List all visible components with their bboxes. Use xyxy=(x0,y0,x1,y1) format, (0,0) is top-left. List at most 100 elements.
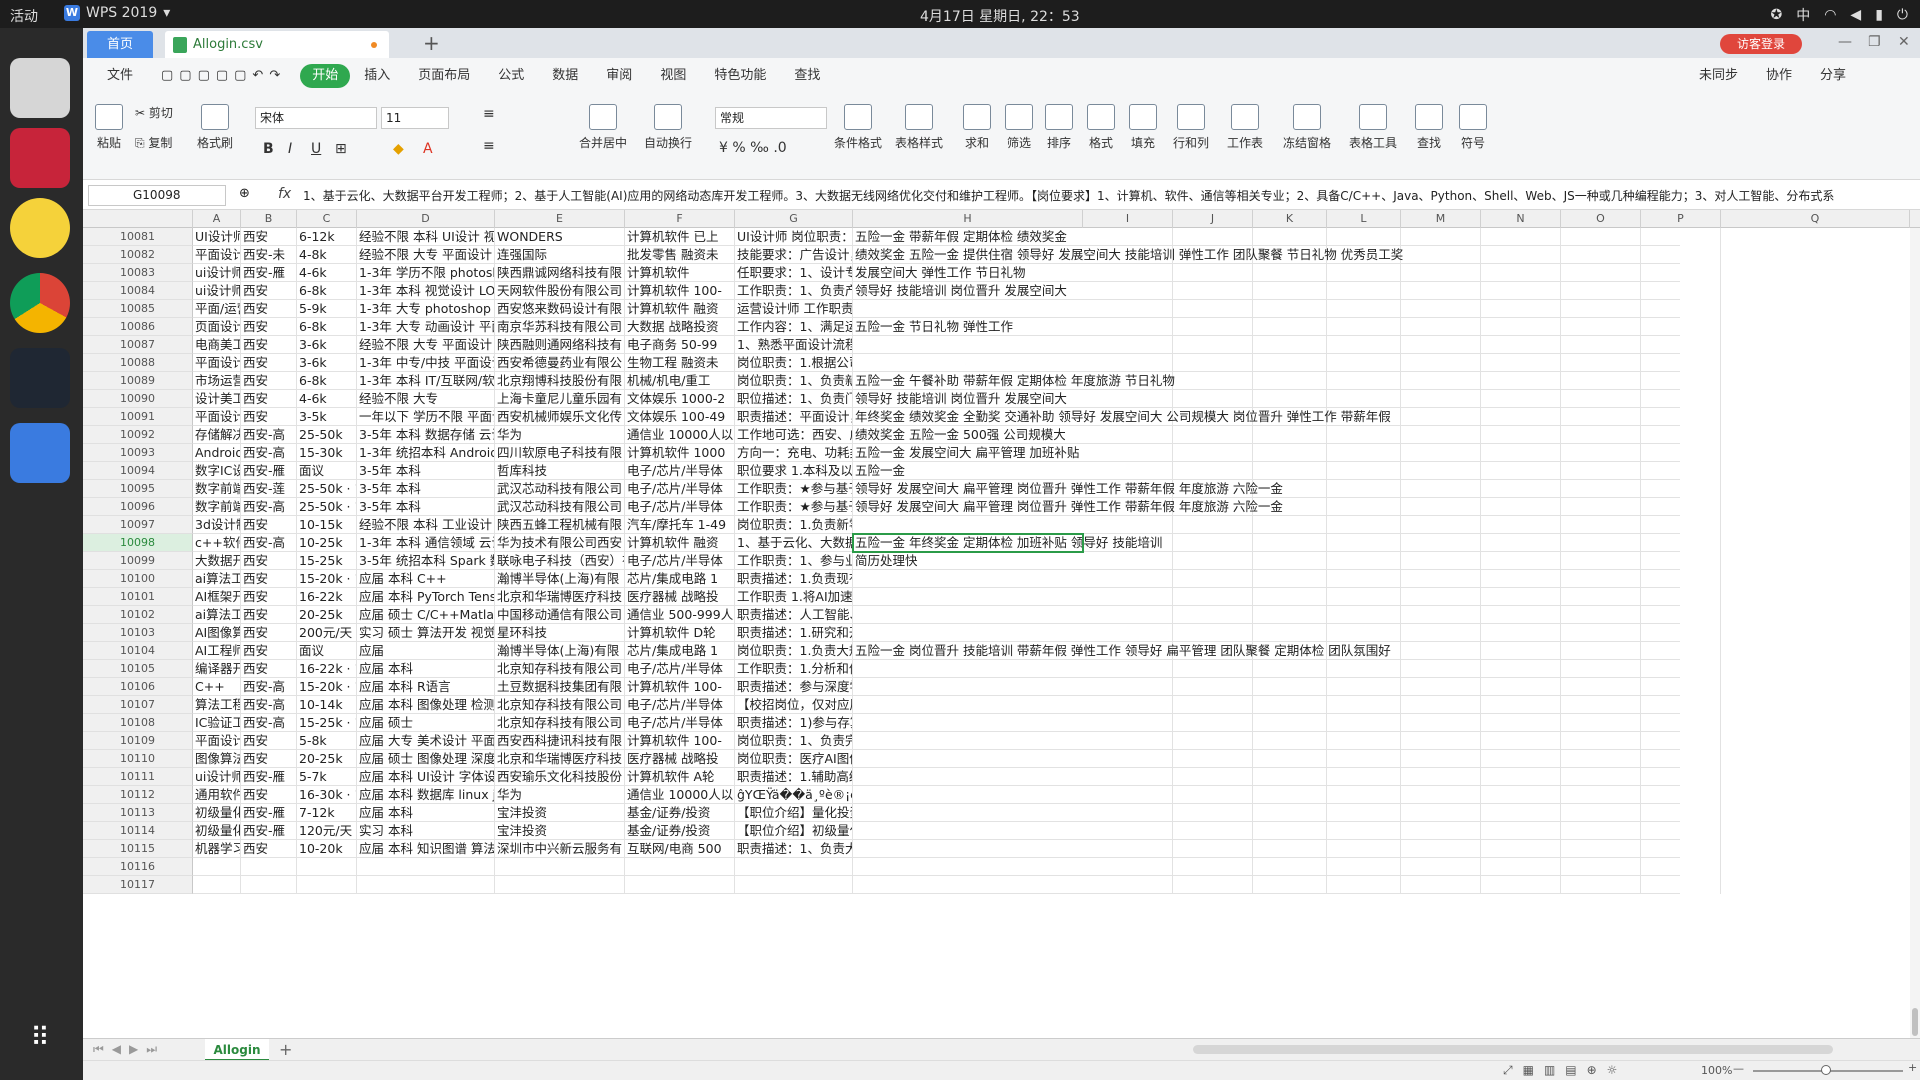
volume-icon[interactable]: ◀ xyxy=(1850,7,1861,23)
cell-d[interactable]: 应届 本科 R语言 xyxy=(357,678,495,696)
spreadsheet-grid[interactable]: ABCDEFGHIJKLMNOPQ 10081 UI设计师 西安 6-12k 经验不限 … xyxy=(83,210,1920,1038)
tab-file[interactable]: Allogin.csv xyxy=(165,31,389,58)
menu-share[interactable]: 分享 xyxy=(1806,64,1860,88)
cell-c[interactable]: 15-25k xyxy=(297,552,357,570)
cell-e[interactable]: 西安希德曼药业有限公 xyxy=(495,354,625,372)
cell-c[interactable]: 25-50k · 13 xyxy=(297,480,357,498)
cell-c[interactable]: 15-20k · 14 xyxy=(297,570,357,588)
cell-f[interactable] xyxy=(625,876,735,894)
cell-b[interactable]: 西安-雁 xyxy=(241,804,297,822)
cell-h[interactable]: 领导好 技能培训 岗位晋升 发展空间大 xyxy=(853,390,1680,408)
cell-b[interactable]: 西安 xyxy=(241,840,297,858)
cell-b[interactable]: 西安-雁 xyxy=(241,822,297,840)
cell-f[interactable]: 计算机软件 100- xyxy=(625,732,735,750)
new-tab-icon[interactable]: + xyxy=(423,31,440,55)
cell-c[interactable]: 10-14k xyxy=(297,696,357,714)
menu-search[interactable]: 查找 xyxy=(780,64,834,88)
cell-a[interactable]: 平面设计美工 xyxy=(193,408,241,426)
cell-d[interactable]: 3-5年 统招本科 Spark 数据挖 xyxy=(357,552,495,570)
cell-h[interactable] xyxy=(853,624,1680,642)
cell-h[interactable] xyxy=(853,660,1680,678)
menu-start[interactable]: 开始 xyxy=(300,64,351,88)
cell-e[interactable]: 武汉芯动科技有限公司 xyxy=(495,498,625,516)
cell-b[interactable]: 西安 xyxy=(241,282,297,300)
cell-h[interactable]: 五险一金 年终奖金 定期体检 加班补贴 领导好 技能培训 xyxy=(853,534,1680,552)
cell-e[interactable]: 陕西融则通网络科技有 xyxy=(495,336,625,354)
font-color-icon[interactable]: A xyxy=(423,141,433,157)
select-all-corner[interactable] xyxy=(83,210,193,228)
cell-e[interactable]: 哲库科技 xyxy=(495,462,625,480)
cell-a[interactable]: 3d设计制作 xyxy=(193,516,241,534)
cell-f[interactable]: 计算机软件 融资 xyxy=(625,300,735,318)
cell-h[interactable] xyxy=(853,804,1680,822)
wrap-text-button[interactable]: 自动换行 xyxy=(638,104,698,151)
power-icon[interactable]: ⏻ xyxy=(1897,7,1908,23)
zoom-formula-icon[interactable]: ⊕ xyxy=(239,186,250,201)
cell-d[interactable]: 1-3年 本科 视觉设计 LOGO设 xyxy=(357,282,495,300)
cell-f[interactable]: 电子/芯片/半导体 xyxy=(625,714,735,732)
cell-b[interactable]: 西安-高 xyxy=(241,534,297,552)
column-header-d[interactable]: D xyxy=(357,210,495,228)
column-header-j[interactable]: J xyxy=(1173,210,1253,228)
cell-f[interactable]: 电子/芯片/半导体 xyxy=(625,480,735,498)
row-number[interactable]: 10105 xyxy=(83,660,193,678)
cell-e[interactable]: 西安西科捷讯科技有限 xyxy=(495,732,625,750)
cell-b[interactable]: 西安 xyxy=(241,408,297,426)
cell-d[interactable]: 1-3年 中专/中技 平面设计 xyxy=(357,354,495,372)
cell-a[interactable]: 设计美工 xyxy=(193,390,241,408)
cell-h[interactable]: 五险一金 岗位晋升 技能培训 带薪年假 弹性工作 领导好 扁平管理 团队聚餐 定… xyxy=(853,642,1680,660)
cell-e[interactable]: WONDERS xyxy=(495,228,625,246)
cell-b[interactable]: 西安-雁 xyxy=(241,264,297,282)
cell-d[interactable]: 应届 本科 知识图谱 算法开发 xyxy=(357,840,495,858)
cell-f[interactable]: 计算机软件 已上 xyxy=(625,228,735,246)
cell-f[interactable]: 文体娱乐 1000-2 xyxy=(625,390,735,408)
cell-a[interactable]: ui设计师 xyxy=(193,264,241,282)
cell-d[interactable]: 1-3年 统招本科 Android BSP xyxy=(357,444,495,462)
cell-a[interactable]: 市场运营专员（ xyxy=(193,372,241,390)
input-method-indicator[interactable]: 中 xyxy=(1796,5,1810,25)
cell-h[interactable] xyxy=(853,516,1680,534)
cell-b[interactable]: 西安-高 xyxy=(241,678,297,696)
cell-d[interactable]: 1-3年 大专 photoshop xyxy=(357,300,495,318)
menu-file[interactable]: 文件 xyxy=(93,64,147,88)
cell-d[interactable]: 经验不限 大专 平面设计 dw xyxy=(357,336,495,354)
cut-button[interactable]: ✂ 剪切 xyxy=(135,104,173,121)
cell-h[interactable] xyxy=(853,696,1680,714)
cell-f[interactable]: 电子/芯片/半导体 xyxy=(625,660,735,678)
menu-formula[interactable]: 公式 xyxy=(484,64,538,88)
row-number[interactable]: 10090 xyxy=(83,390,193,408)
cell-b[interactable]: 西安 xyxy=(241,300,297,318)
cell-b[interactable]: 西安 xyxy=(241,624,297,642)
column-header-f[interactable]: F xyxy=(625,210,735,228)
conditional-format-button[interactable]: 条件格式 xyxy=(831,104,885,151)
cell-d[interactable]: 应届 硕士 xyxy=(357,714,495,732)
cell-c[interactable]: 10-15k xyxy=(297,516,357,534)
row-number[interactable]: 10095 xyxy=(83,480,193,498)
cell-f[interactable]: 生物工程 融资未 xyxy=(625,354,735,372)
row-number[interactable]: 10087 xyxy=(83,336,193,354)
cell-d[interactable]: 应届 硕士 图像处理 深度学习 xyxy=(357,750,495,768)
cell-c[interactable]: 6-8k xyxy=(297,372,357,390)
column-header-i[interactable]: I xyxy=(1083,210,1173,228)
row-number[interactable]: 10091 xyxy=(83,408,193,426)
cell-c[interactable]: 16-22k xyxy=(297,588,357,606)
cell-g[interactable]: 工作职责：★参与基于先进工艺节点(28nm、14/12nm、7/5 xyxy=(735,498,853,516)
cell-a[interactable]: 图像算法工程师 xyxy=(193,750,241,768)
cell-b[interactable]: 西安-高 xyxy=(241,444,297,462)
cell-h[interactable] xyxy=(853,606,1680,624)
cell-g[interactable]: 职责描述：1.研究和开发计算机视觉算法，特别是语义分割 xyxy=(735,624,853,642)
cell-d[interactable]: 经验不限 本科 工业设计 结构 xyxy=(357,516,495,534)
cell-a[interactable]: 平面设计 xyxy=(193,246,241,264)
clock[interactable]: 4月17日 星期日, 22：53 xyxy=(920,6,1080,26)
sheet-tab-allogin[interactable]: Allogin xyxy=(205,1039,269,1061)
cell-f[interactable] xyxy=(625,858,735,876)
cell-f[interactable]: 计算机软件 xyxy=(625,264,735,282)
row-number[interactable]: 10103 xyxy=(83,624,193,642)
cell-c[interactable]: 面议 xyxy=(297,642,357,660)
cell-b[interactable]: 西安 xyxy=(241,642,297,660)
cell-b[interactable]: 西安-高 xyxy=(241,426,297,444)
cell-h[interactable]: 五险一金 带薪年假 定期体检 绩效奖金 xyxy=(853,228,1680,246)
cell-c[interactable]: 6-12k xyxy=(297,228,357,246)
cell-b[interactable]: 西安 xyxy=(241,336,297,354)
cell-a[interactable]: IC验证工程师 xyxy=(193,714,241,732)
